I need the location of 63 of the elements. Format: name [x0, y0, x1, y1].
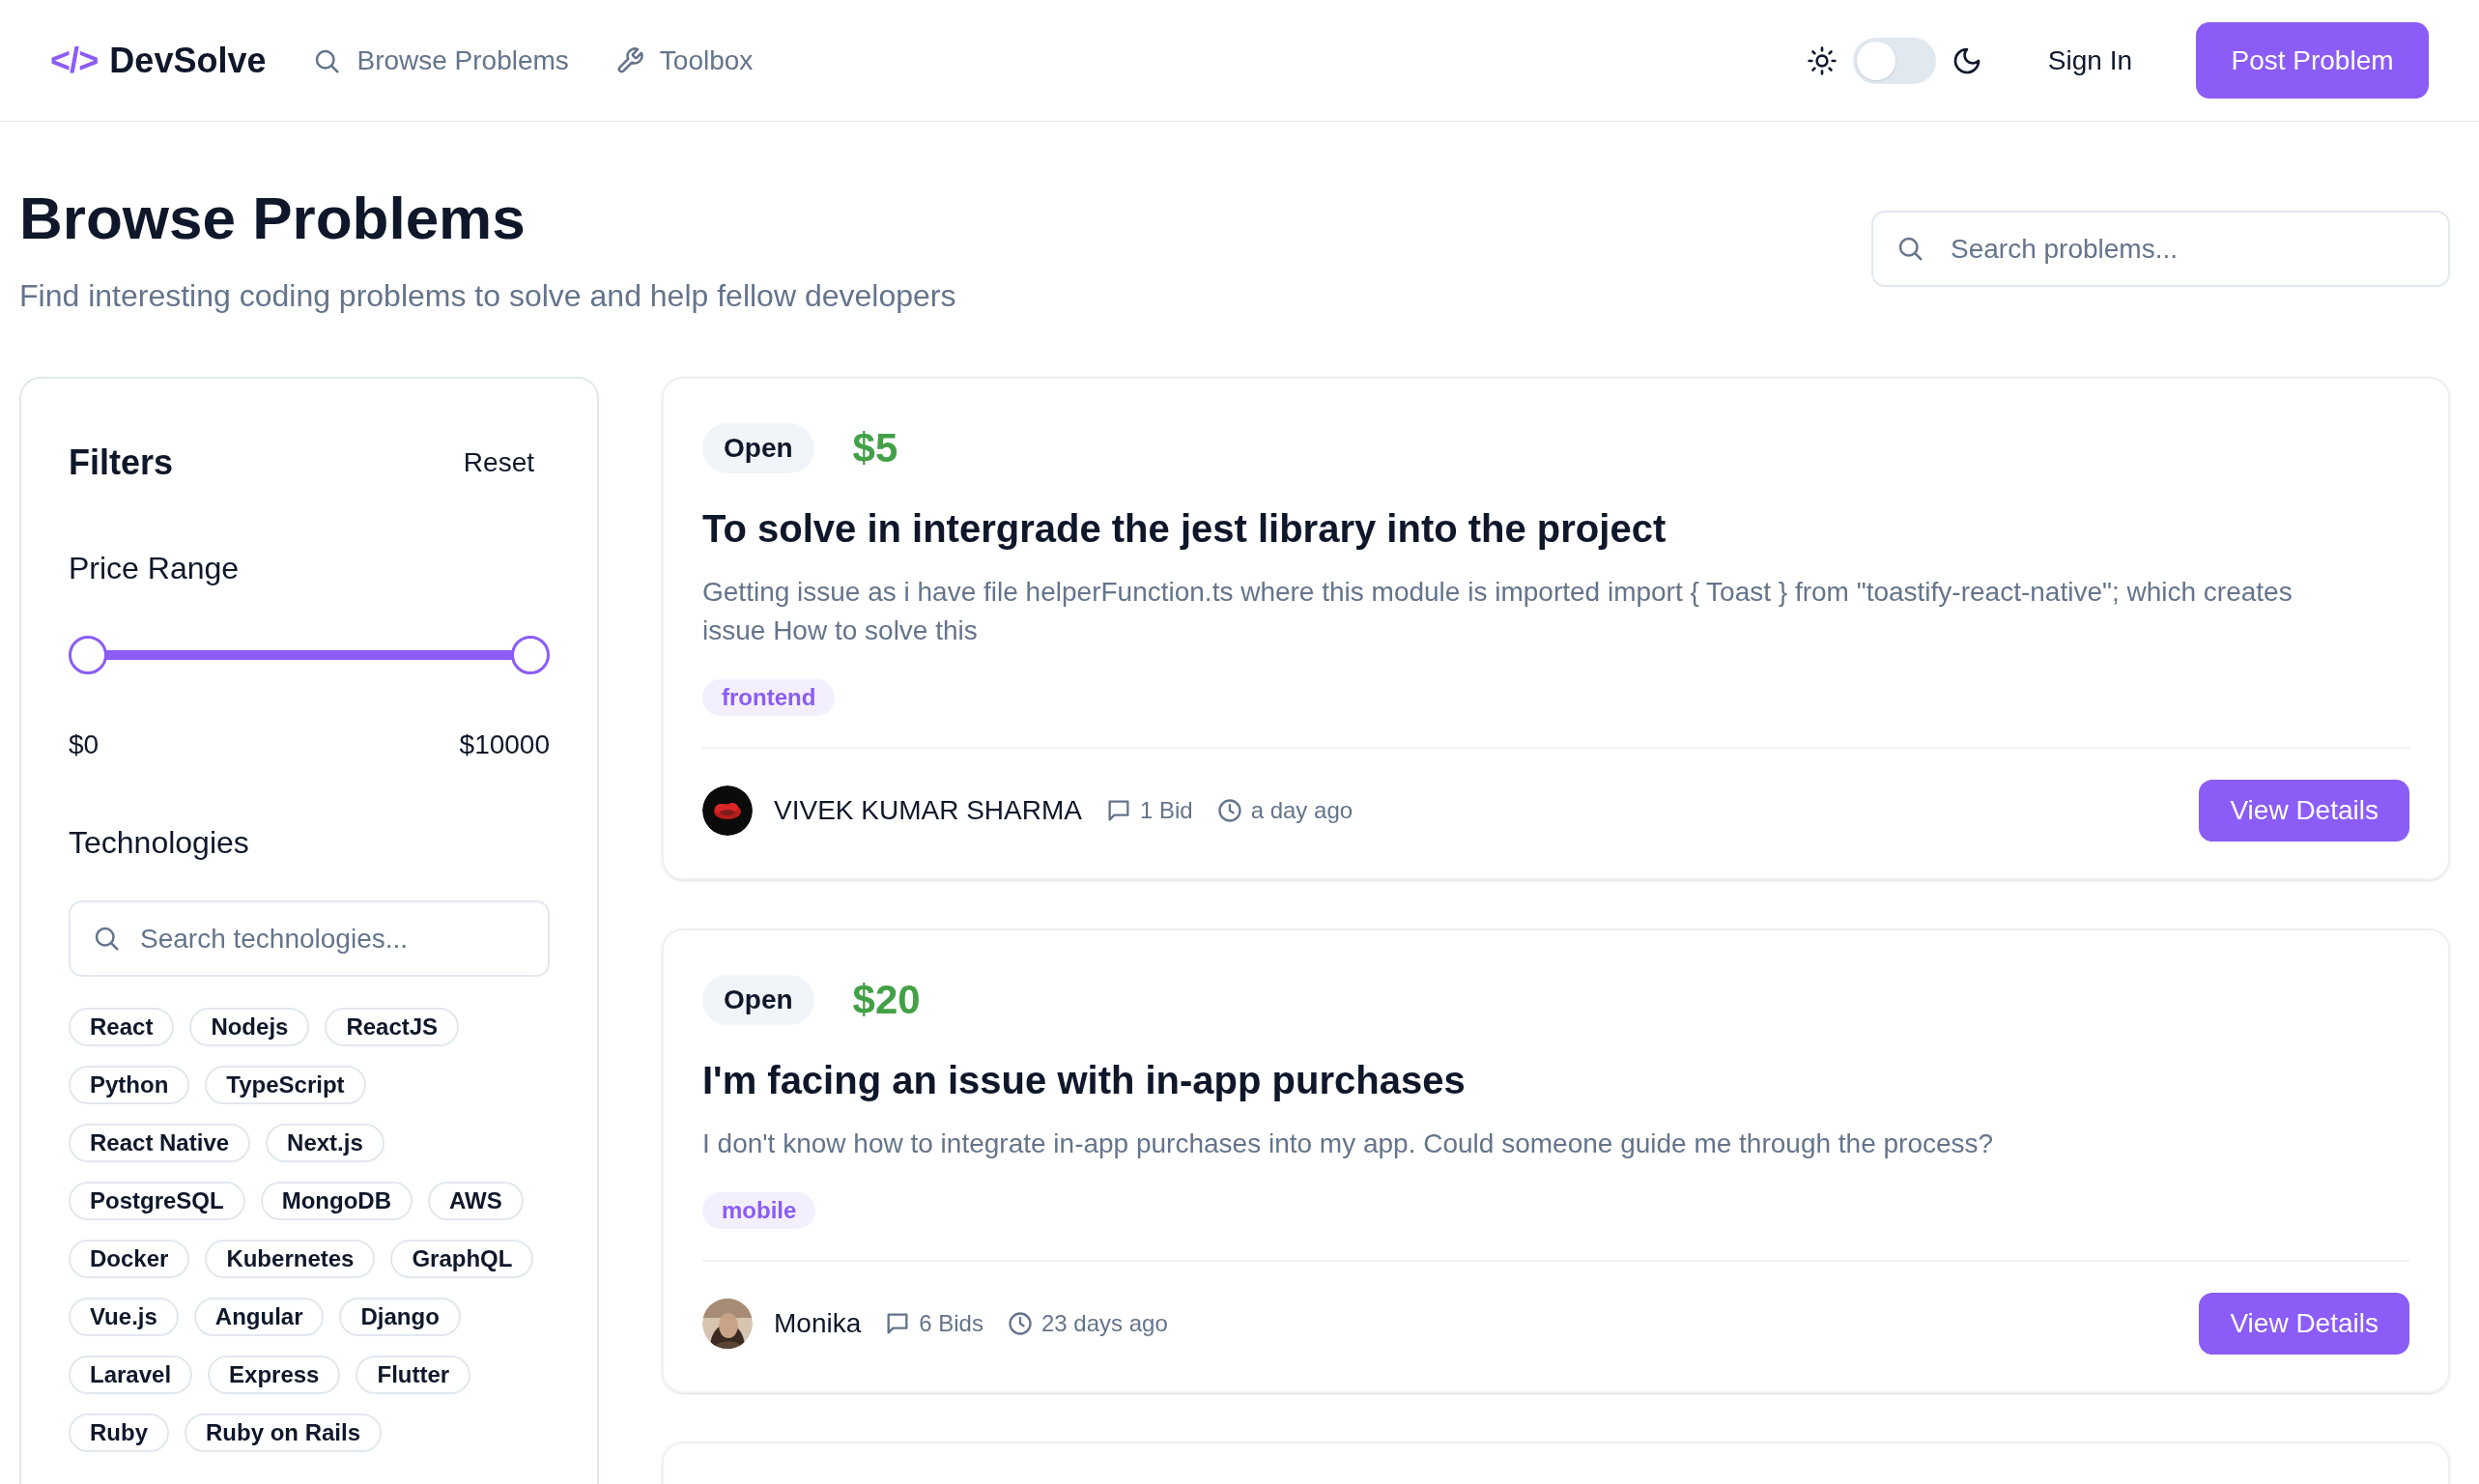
technology-chip[interactable]: Ruby — [69, 1413, 169, 1452]
wrench-icon — [614, 45, 644, 75]
technology-chip[interactable]: ReactJS — [325, 1008, 460, 1046]
technology-chip[interactable]: Angular — [193, 1298, 325, 1336]
logo-icon: </> — [50, 34, 99, 87]
theme-toggle[interactable] — [1852, 37, 1936, 84]
technology-chip[interactable]: Django — [339, 1298, 461, 1336]
technology-chip[interactable]: Express — [208, 1356, 341, 1394]
technology-chip[interactable]: Laravel — [69, 1356, 193, 1394]
view-details-button[interactable]: View Details — [2199, 780, 2409, 842]
page-subtitle: Find interesting coding problems to solve and help fellow developers — [19, 277, 956, 315]
page-title: Browse Problems — [19, 184, 527, 253]
technology-chip[interactable]: TypeScript — [205, 1066, 366, 1104]
bid-count: 6 Bids — [884, 1306, 983, 1341]
technology-chip[interactable]: Ruby on Rails — [185, 1413, 383, 1452]
post-problem-button[interactable]: Post Problem — [2196, 22, 2429, 99]
problem-title[interactable]: To solve in intergrade the jest library into the project — [702, 503, 2409, 554]
price: $5 — [852, 424, 898, 472]
search-field[interactable]: Search problems... — [1871, 211, 2450, 287]
clock-icon — [1215, 797, 1243, 824]
nav-link[interactable]: Browse Problems — [312, 40, 569, 81]
technology-chip[interactable]: Vue.js — [69, 1298, 179, 1336]
technology-chip[interactable]: AWS — [428, 1182, 524, 1220]
author-name[interactable]: VIVEK KUMAR SHARMA — [774, 790, 1082, 831]
problem-title[interactable]: I'm facing an issue with in-app purchases — [702, 1055, 2409, 1105]
tag: mobile — [702, 1192, 816, 1229]
technology-search-field[interactable]: Search technologies... — [69, 900, 550, 977]
bid-count: 1 Bid — [1104, 793, 1193, 828]
technology-chip[interactable]: Next.js — [266, 1124, 385, 1162]
filters-title: Filters — [69, 442, 174, 484]
problem-description: Getting issue as i have file helperFunction.ts where this module is imported import { Toast } from "toastify-react-native"; which creates issue How to solve this — [702, 576, 2294, 647]
tag: frontend — [702, 679, 836, 716]
technology-chip[interactable]: Docker — [69, 1240, 190, 1278]
price-min: $0 — [69, 728, 100, 761]
technology-chip[interactable]: Kubernetes — [205, 1240, 376, 1278]
clock-icon — [1006, 1310, 1034, 1337]
nav-link[interactable]: Toolbox — [614, 40, 754, 81]
technology-chip[interactable]: Python — [69, 1066, 190, 1104]
slider-thumb[interactable] — [69, 636, 107, 674]
technology-chip[interactable]: PostgreSQL — [69, 1182, 245, 1220]
price-max: $10000 — [459, 728, 550, 761]
sun-icon — [1806, 44, 1838, 76]
technology-chip[interactable]: Flutter — [356, 1356, 471, 1394]
author-name[interactable]: Monika — [774, 1303, 862, 1344]
price-slider[interactable] — [69, 636, 550, 674]
price: $20 — [852, 976, 921, 1024]
section-heading: Price Range — [69, 550, 241, 587]
technology-chip[interactable]: MongoDB — [260, 1182, 413, 1220]
technology-chip[interactable]: React — [69, 1008, 175, 1046]
reset-button[interactable]: Reset — [447, 442, 550, 483]
technology-chip[interactable]: Nodejs — [189, 1008, 310, 1046]
status-badge: Open — [702, 422, 814, 473]
section-heading: Technologies — [69, 824, 250, 862]
sign-in-button[interactable]: Sign In — [2032, 32, 2148, 89]
posted-time: 23 days ago — [1006, 1306, 1168, 1341]
view-details-button[interactable]: View Details — [2199, 1293, 2409, 1355]
status-badge: Open — [702, 974, 814, 1025]
technology-chip[interactable]: React Native — [69, 1124, 251, 1162]
slider-thumb[interactable] — [511, 636, 550, 674]
posted-time: a day ago — [1215, 793, 1353, 828]
problem-description: I don't know how to integrate in-app purchases into my app. Could someone guide me through the process? — [702, 1127, 1995, 1160]
brand-name[interactable]: DevSolve — [109, 34, 267, 87]
technology-chip[interactable]: GraphQL — [390, 1240, 534, 1278]
